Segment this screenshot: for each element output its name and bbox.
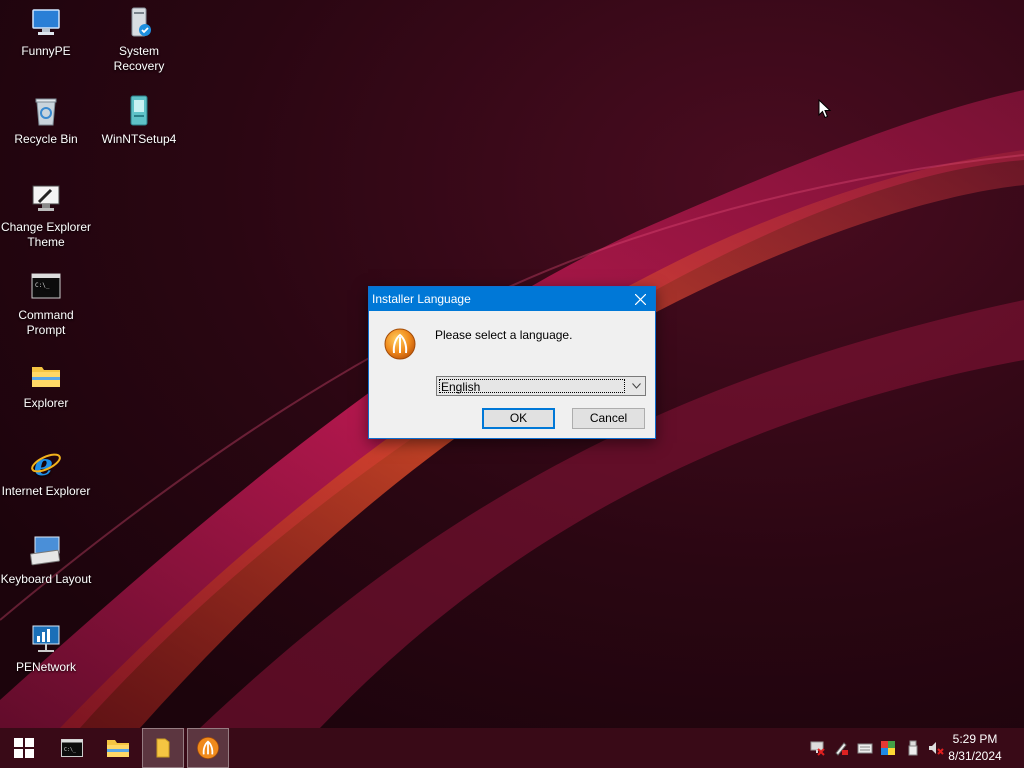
cancel-button[interactable]: Cancel	[572, 408, 645, 429]
clock-time: 5:29 PM	[952, 732, 998, 746]
mouse-cursor-icon	[818, 99, 832, 119]
svg-text:C:\_: C:\_	[64, 747, 77, 753]
close-button[interactable]	[625, 287, 655, 311]
network-tray-icon[interactable]	[809, 740, 825, 756]
winntsetup-icon	[130, 95, 148, 126]
keyboard-tray-icon[interactable]	[857, 740, 873, 756]
svg-text:e: e	[34, 448, 53, 480]
taskbar-installer[interactable]	[187, 728, 229, 768]
desktop-icon-recycle-bin[interactable]: Recycle Bin	[0, 94, 92, 147]
taskbar-folder[interactable]	[142, 728, 184, 768]
svg-text:C:\_: C:\_	[35, 282, 50, 289]
desktop-icon-system-recovery[interactable]: System Recovery	[93, 6, 185, 74]
usb-tray-icon[interactable]	[905, 740, 921, 756]
file-explorer-icon	[107, 740, 129, 757]
taskbar: C:\_ 5:29 PM 8/31/2024	[0, 728, 1024, 768]
dialog-title: Installer Language	[372, 292, 471, 306]
recycle-bin-icon	[35, 98, 57, 126]
desktop-icon-penetwork[interactable]: PENetwork	[0, 622, 92, 675]
desktop-icon-keyboard-layout[interactable]: Keyboard Layout	[0, 534, 92, 587]
desktop-icon-winntsetup[interactable]: WinNTSetup4	[93, 94, 185, 147]
cmd-icon: C:\_	[61, 739, 83, 757]
installer-icon	[197, 737, 219, 759]
installer-app-icon	[384, 328, 416, 360]
dropdown-arrow[interactable]	[627, 377, 645, 395]
color-tray-icon[interactable]	[880, 740, 896, 756]
start-icon	[14, 738, 34, 758]
folder-icon	[156, 738, 170, 758]
chevron-down-icon	[631, 383, 641, 389]
close-icon	[634, 293, 646, 305]
taskbar-file-explorer[interactable]	[96, 728, 140, 768]
network-icon	[32, 625, 60, 652]
desktop-icon-explorer[interactable]: Explorer	[0, 358, 92, 411]
installer-language-dialog: Installer Language Please select a langu…	[368, 286, 656, 439]
start-button[interactable]	[0, 728, 48, 768]
clock[interactable]: 5:29 PM 8/31/2024	[940, 731, 1010, 765]
monitor-brush-icon	[32, 185, 60, 211]
folder-icon	[32, 367, 60, 387]
desktop-icon-internet-explorer[interactable]: e Internet Explorer	[0, 446, 92, 499]
ie-icon: e	[31, 448, 61, 480]
ok-button[interactable]: OK	[482, 408, 555, 429]
dialog-message: Please select a language.	[435, 328, 573, 342]
system-recovery-icon	[131, 7, 151, 37]
taskbar-cmd[interactable]: C:\_	[50, 728, 94, 768]
dialog-titlebar[interactable]: Installer Language	[369, 287, 655, 311]
computer-icon	[32, 9, 60, 35]
language-dropdown[interactable]: English	[436, 376, 646, 396]
pen-tray-icon[interactable]	[833, 740, 849, 756]
desktop-icon-change-explorer-theme[interactable]: Change Explorer Theme	[0, 182, 92, 250]
cmd-icon: C:\_	[31, 273, 61, 299]
language-selected-value: English	[439, 379, 625, 394]
desktop-icon-funnype[interactable]: FunnyPE	[0, 6, 92, 59]
clock-date: 8/31/2024	[948, 749, 1002, 763]
desktop-icon-command-prompt[interactable]: C:\_ Command Prompt	[0, 270, 92, 338]
keyboard-icon	[30, 536, 61, 566]
